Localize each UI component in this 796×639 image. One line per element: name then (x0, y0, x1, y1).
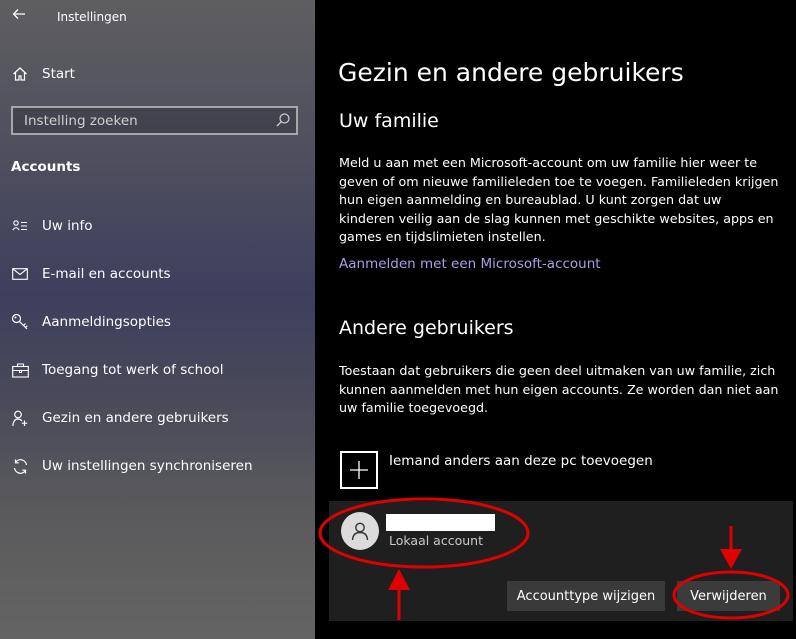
search-box[interactable] (11, 106, 298, 135)
sidebar-item-label: E-mail en accounts (42, 266, 171, 282)
user-name-redacted (386, 514, 495, 531)
sidebar-item-label: Toegang tot werk of school (42, 362, 224, 378)
plus-icon (350, 461, 368, 479)
sidebar-item-uw-info[interactable]: Uw info (0, 206, 315, 246)
sidebar-item-family-users[interactable]: Gezin en andere gebruikers (0, 398, 315, 438)
sidebar-item-label: Gezin en andere gebruikers (42, 410, 229, 426)
sidebar-item-sync[interactable]: Uw instellingen synchroniseren (0, 446, 315, 486)
microsoft-account-sign-in-link[interactable]: Aanmelden met een Microsoft-account (339, 256, 601, 272)
key-icon (11, 313, 29, 331)
sidebar-item-home[interactable]: Start (0, 54, 315, 94)
avatar (341, 512, 379, 550)
search-icon[interactable] (275, 112, 291, 128)
other-users-heading: Andere gebruikers (339, 317, 514, 339)
briefcase-icon (11, 361, 29, 379)
sidebar: Instellingen Start Accounts (0, 0, 315, 639)
sidebar-item-label: Aanmeldingsopties (42, 314, 171, 330)
add-user-label[interactable]: Iemand anders aan deze pc toevoegen (389, 453, 653, 469)
sidebar-item-email-accounts[interactable]: E-mail en accounts (0, 254, 315, 294)
page-title: Gezin en andere gebruikers (338, 58, 684, 87)
other-users-description: Toestaan dat gebruikers die geen deel ui… (339, 363, 779, 415)
sidebar-item-label: Start (42, 66, 75, 82)
search-input[interactable] (22, 112, 266, 130)
mail-icon (11, 265, 29, 283)
sidebar-item-label: Uw info (42, 218, 93, 234)
sidebar-item-work-school[interactable]: Toegang tot werk of school (0, 350, 315, 390)
app-title: Instellingen (57, 10, 127, 24)
sync-icon (11, 457, 29, 475)
person-icon (351, 522, 369, 541)
settings-window: Instellingen Start Accounts (0, 0, 796, 639)
family-heading: Uw familie (339, 110, 439, 132)
remove-button[interactable]: Verwijderen (677, 581, 780, 611)
main-content: Gezin en andere gebruikers Uw familie Me… (315, 0, 796, 639)
change-account-type-button[interactable]: Accounttype wijzigen (507, 581, 665, 611)
user-account-panel[interactable]: Lokaal account Accounttype wijzigen Verw… (329, 501, 793, 621)
section-heading-accounts: Accounts (11, 159, 81, 175)
person-add-icon (11, 409, 29, 427)
user-info-icon (11, 217, 29, 235)
sidebar-item-label: Uw instellingen synchroniseren (42, 458, 253, 474)
title-bar: Instellingen (0, 0, 315, 36)
back-arrow-icon[interactable] (8, 5, 30, 27)
family-description: Meld u aan met een Microsoft-account om … (339, 155, 779, 244)
account-type-label: Lokaal account (389, 533, 483, 548)
home-icon (11, 65, 29, 83)
sidebar-item-sign-in-options[interactable]: Aanmeldingsopties (0, 302, 315, 342)
add-user-button[interactable] (340, 451, 378, 489)
